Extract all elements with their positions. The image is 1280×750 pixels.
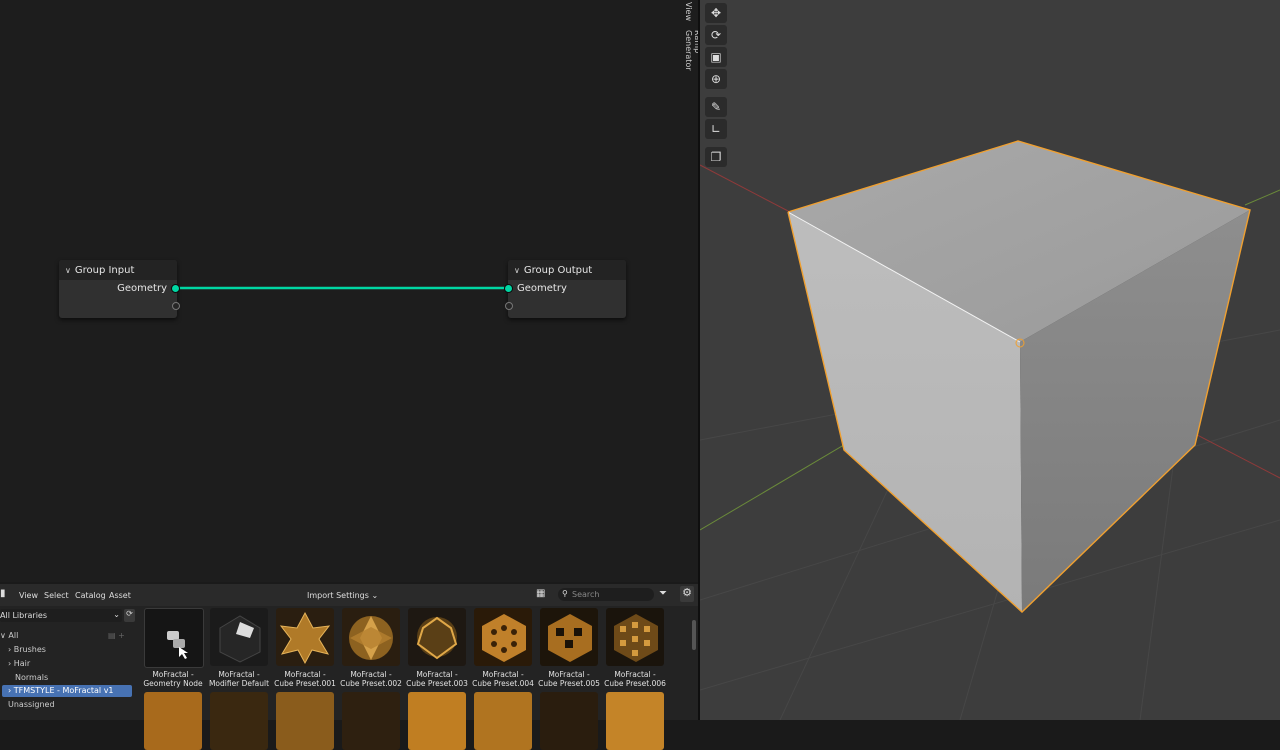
menu-view[interactable]: View [19, 591, 38, 600]
asset-grid-scrollbar[interactable] [692, 620, 696, 650]
save-catalog-icon[interactable]: ▤ + [108, 630, 125, 642]
asset-label: MoFractal - Cube Preset.003 [406, 670, 468, 688]
catalog-item-tfmstyle[interactable]: › TFMSTYLE - MoFractal v1 [2, 685, 132, 697]
catalog-item-all[interactable]: ∨ All [0, 630, 18, 642]
asset-label: MoFractal - Cube Preset.001 [274, 670, 336, 688]
node-editor[interactable]: View Ramp Generator ∨ Group Input Geomet… [0, 0, 702, 582]
menu-asset[interactable]: Asset [109, 591, 131, 600]
empty-input-socket[interactable] [505, 302, 513, 310]
asset-thumbnail[interactable] [606, 608, 664, 666]
asset-label: MoFractal - Modifier Default [208, 670, 270, 688]
add-cube-icon[interactable]: ❐ [705, 147, 727, 167]
catalog-item-normals[interactable]: Normals [15, 672, 48, 684]
refresh-library-button[interactable]: ⟳ [124, 609, 135, 622]
search-placeholder: Search [572, 590, 600, 599]
asset-grid: MoFractal - Geometry Node MoFractal - Modi… [143, 608, 670, 750]
asset-thumbnail[interactable] [210, 608, 268, 666]
asset-thumbnail[interactable] [144, 692, 202, 750]
menu-catalog[interactable]: Catalog [75, 591, 106, 600]
y-axis-line-back [1244, 189, 1280, 206]
x-axis-line-back [700, 164, 791, 213]
catalog-item-brushes[interactable]: › Brushes [8, 644, 46, 656]
asset-thumbnail[interactable] [144, 608, 204, 668]
group-output-socket-label: Geometry [517, 283, 567, 294]
transform-icon[interactable]: ⊕ [705, 69, 727, 89]
group-input-socket-label: Geometry [117, 283, 167, 294]
chevron-down-icon[interactable]: ∨ [65, 266, 71, 275]
editor-type-icon[interactable]: ▮ [0, 588, 6, 599]
viewport-scene [700, 140, 1280, 720]
asset-label: MoFractal - Cube Preset.005 [538, 670, 600, 688]
import-settings-label: Import Settings [307, 591, 369, 600]
annotate-icon[interactable]: ✎ [705, 97, 727, 117]
asset-thumbnail[interactable] [276, 608, 334, 666]
group-input-title: Group Input [74, 264, 135, 276]
group-output-title: Group Output [523, 264, 593, 276]
asset-thumbnail[interactable] [408, 692, 466, 750]
toolbar: ✥ ⟳ ▣ ⊕ ✎ ∟ ❐ [705, 3, 729, 169]
library-select-value: All Libraries [0, 611, 48, 620]
asset-thumbnail[interactable] [474, 692, 532, 750]
asset-thumbnail[interactable] [276, 692, 334, 750]
scale-icon[interactable]: ▣ [705, 47, 727, 67]
asset-thumbnail[interactable] [540, 608, 598, 666]
library-select[interactable]: All Libraries ⌄ [0, 609, 122, 622]
asset-thumbnail[interactable] [474, 608, 532, 666]
catalog-item-hair[interactable]: › Hair [8, 658, 30, 670]
asset-thumbnail[interactable] [342, 692, 400, 750]
catalog-item-unassigned[interactable]: Unassigned [8, 699, 55, 711]
group-output-header[interactable]: ∨ Group Output [508, 260, 626, 280]
asset-browser[interactable]: ▮ View Select Catalog Asset Import Setti… [0, 584, 698, 750]
chevron-down-icon[interactable]: ∨ [514, 266, 520, 275]
catalog-label: Normals [15, 673, 49, 682]
search-icon: ⚲ [562, 589, 568, 598]
asset-thumbnail[interactable] [342, 608, 400, 666]
group-input-node[interactable]: ∨ Group Input Geometry [59, 260, 180, 318]
3d-viewport[interactable]: ✥ ⟳ ▣ ⊕ ✎ ∟ ❐ [700, 0, 1280, 720]
rotate-icon[interactable]: ⟳ [705, 25, 727, 45]
group-output-node[interactable]: ∨ Group Output Geometry [505, 260, 626, 318]
menu-select[interactable]: Select [44, 591, 69, 600]
measure-icon[interactable]: ∟ [705, 119, 727, 139]
asset-thumbnail[interactable] [540, 692, 598, 750]
asset-thumbnail[interactable] [210, 692, 268, 750]
filter-icon[interactable]: ⏷ [659, 588, 667, 599]
asset-label: MoFractal - Cube Preset.004 [472, 670, 534, 688]
group-input-header[interactable]: ∨ Group Input [59, 260, 177, 280]
asset-thumbnail[interactable] [606, 692, 664, 750]
import-settings-dropdown[interactable]: Import Settings ⌄ [307, 591, 378, 600]
gear-icon[interactable]: ⚙ [680, 586, 694, 602]
geometry-input-socket[interactable] [505, 285, 512, 292]
chevron-down-icon: ⌄ [113, 610, 120, 619]
asset-label: MoFractal - Cube Preset.002 [340, 670, 402, 688]
asset-label: MoFractal - Cube Preset.006 [604, 670, 666, 688]
search-input[interactable]: ⚲ Search [558, 588, 654, 601]
asset-thumbnail[interactable] [408, 608, 466, 666]
geometry-output-socket[interactable] [172, 285, 179, 292]
empty-output-socket[interactable] [172, 302, 180, 310]
asset-label: MoFractal - Geometry Node [143, 670, 203, 688]
catalog-label: TFMSTYLE - MoFractal v1 [13, 686, 114, 695]
display-mode-icon[interactable]: ▦ [536, 588, 545, 599]
catalog-label: Hair [13, 659, 31, 668]
move-icon[interactable]: ✥ [705, 3, 727, 23]
catalog-label: Brushes [13, 645, 46, 654]
catalog-label: Unassigned [8, 700, 55, 709]
catalog-label: All [8, 631, 19, 640]
asset-browser-header: ▮ View Select Catalog Asset Import Setti… [0, 584, 698, 606]
